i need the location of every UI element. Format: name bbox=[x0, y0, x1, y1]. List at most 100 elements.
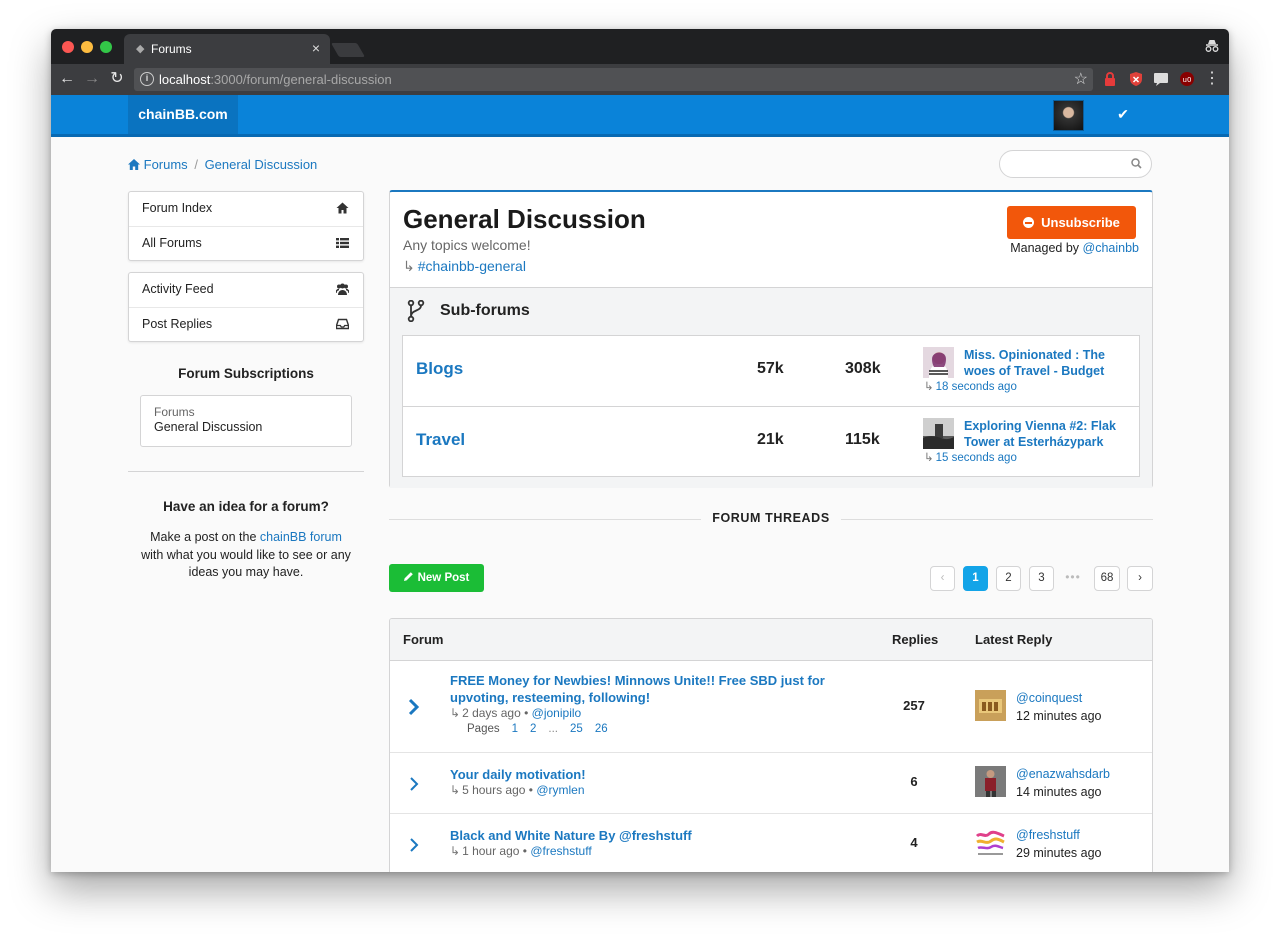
moderator-link[interactable]: @chainbb bbox=[1083, 241, 1139, 255]
latest-post-thumbnail[interactable] bbox=[923, 418, 954, 449]
column-header-latest: Latest Reply bbox=[975, 632, 1053, 647]
minimize-window-button[interactable] bbox=[81, 41, 93, 53]
home-icon bbox=[336, 202, 349, 214]
latest-post-time[interactable]: ↳ 15 seconds ago bbox=[924, 450, 1017, 464]
tab-bar: ◆ Forums × bbox=[51, 29, 1229, 64]
subforum-row: Blogs 57k 308k Miss. Opinionated : The w… bbox=[403, 336, 1139, 406]
sidebar-item-post-replies[interactable]: Post Replies bbox=[129, 307, 363, 341]
latest-post-time[interactable]: ↳ 18 seconds ago bbox=[924, 379, 1017, 393]
breadcrumb-current[interactable]: General Discussion bbox=[205, 157, 318, 172]
subforums-heading: Sub-forums bbox=[440, 302, 530, 319]
sidebar-item-label: Forum Index bbox=[142, 201, 213, 215]
latest-reply-user-link[interactable]: @enazwahsdarb bbox=[1016, 767, 1110, 781]
threads-heading: FORUM THREADS bbox=[701, 511, 841, 525]
brand-logo[interactable]: chainBB.com bbox=[128, 95, 238, 134]
unsubscribe-button[interactable]: Unsubscribe bbox=[1007, 206, 1136, 239]
latest-reply-avatar[interactable] bbox=[975, 827, 1006, 858]
idea-heading: Have an idea for a forum? bbox=[163, 499, 329, 514]
subscriptions-heading: Forum Subscriptions bbox=[178, 366, 314, 381]
thread-title-link[interactable]: Your daily motivation! bbox=[450, 766, 830, 783]
inbox-icon bbox=[336, 318, 349, 330]
address-bar[interactable]: i localhost:3000/forum/general-discussio… bbox=[134, 68, 1093, 91]
search-input[interactable] bbox=[999, 150, 1152, 178]
thread-author-link[interactable]: @freshstuff bbox=[530, 844, 591, 858]
browser-tab[interactable]: ◆ Forums × bbox=[124, 34, 330, 64]
pencil-icon bbox=[403, 572, 413, 581]
latest-reply-user-link[interactable]: @freshstuff bbox=[1016, 828, 1080, 842]
thread-pages: Pages 1 2... 25 26 bbox=[467, 723, 608, 735]
close-window-button[interactable] bbox=[62, 41, 74, 53]
checkmark-icon[interactable]: ✔ bbox=[1113, 102, 1133, 126]
new-tab-button[interactable] bbox=[330, 43, 366, 57]
breadcrumb-forums-link[interactable]: Forums bbox=[144, 157, 188, 172]
tab-title: Forums bbox=[151, 42, 192, 56]
subforum-name-link[interactable]: Travel bbox=[416, 430, 465, 450]
sidebar-item-label: Post Replies bbox=[142, 317, 213, 331]
thread-title-link[interactable]: FREE Money for Newbies! Minnows Unite!! … bbox=[450, 672, 830, 706]
subforum-row: Travel 21k 115k Exploring Vienna #2: Fla… bbox=[403, 406, 1139, 476]
pagination-prev-button[interactable]: ‹ bbox=[930, 566, 955, 591]
lock-extension-icon[interactable] bbox=[1102, 71, 1118, 87]
thread-title-link[interactable]: Black and White Nature By @freshstuff bbox=[450, 827, 830, 844]
info-icon[interactable]: i bbox=[140, 72, 154, 86]
chat-extension-icon[interactable] bbox=[1153, 71, 1169, 87]
shield-extension-icon[interactable] bbox=[1128, 71, 1144, 87]
svg-text:u0: u0 bbox=[1183, 76, 1192, 84]
subforums-section: Sub-forums Blogs 57k 308k Miss. Opiniona… bbox=[390, 287, 1152, 488]
maximize-window-button[interactable] bbox=[100, 41, 112, 53]
forward-arrow-icon[interactable]: → bbox=[82, 69, 102, 89]
latest-reply-user-link[interactable]: @coinquest bbox=[1016, 691, 1082, 705]
latest-reply-avatar[interactable] bbox=[975, 690, 1006, 721]
thread-author-link[interactable]: @jonipilo bbox=[532, 706, 582, 720]
back-arrow-icon[interactable]: ← bbox=[57, 69, 77, 89]
sidebar-divider bbox=[128, 471, 364, 472]
thread-author-link[interactable]: @rymlen bbox=[536, 783, 584, 797]
pagination-page-2[interactable]: 2 bbox=[996, 566, 1021, 591]
threads-table: Forum Replies Latest Reply FREE Money fo… bbox=[389, 618, 1153, 872]
latest-post-link[interactable]: Miss. Opinionated : The woes of Travel -… bbox=[964, 347, 1134, 379]
thread-page-link[interactable]: 26 bbox=[595, 723, 608, 735]
chevron-right-icon[interactable] bbox=[408, 836, 420, 854]
sidebar-item-all-forums[interactable]: All Forums bbox=[129, 226, 363, 260]
users-icon bbox=[336, 283, 349, 295]
latest-reply-avatar[interactable] bbox=[975, 766, 1006, 797]
ublock-extension-icon[interactable]: u0 bbox=[1179, 71, 1195, 87]
tab-close-icon[interactable]: × bbox=[312, 40, 320, 56]
subscription-name: General Discussion bbox=[154, 420, 263, 434]
pagination-page-1[interactable]: 1 bbox=[963, 566, 988, 591]
sidebar-item-forum-index[interactable]: Forum Index bbox=[129, 192, 363, 226]
subforum-name-link[interactable]: Blogs bbox=[416, 359, 463, 379]
subforum-threads-count: 57k bbox=[757, 360, 784, 377]
thread-meta: ↳ 2 days ago • @jonipilo bbox=[450, 706, 582, 720]
latest-post-thumbnail[interactable] bbox=[923, 347, 954, 378]
threads-table-header: Forum Replies Latest Reply bbox=[390, 619, 1152, 661]
menu-kebab-icon[interactable]: ⋮ bbox=[1202, 69, 1222, 89]
pagination-page-3[interactable]: 3 bbox=[1029, 566, 1054, 591]
pagination-page-last[interactable]: 68 bbox=[1094, 566, 1120, 591]
search-icon[interactable] bbox=[1131, 158, 1142, 169]
breadcrumb-separator: / bbox=[194, 157, 198, 172]
thread-row: Your daily motivation! ↳ 5 hours ago • @r… bbox=[390, 753, 1152, 814]
chevron-right-icon[interactable] bbox=[408, 698, 420, 716]
breadcrumb: Forums / General Discussion bbox=[128, 157, 317, 172]
thread-page-link[interactable]: 2 bbox=[530, 723, 536, 735]
forum-tag-link[interactable]: ↳ #chainbb-general bbox=[403, 258, 526, 275]
idea-text: Make a post on the chainBB forum with wh… bbox=[141, 530, 351, 579]
column-header-forum: Forum bbox=[403, 632, 444, 647]
thread-page-link[interactable]: 25 bbox=[570, 723, 583, 735]
bookmark-star-icon[interactable]: ☆ bbox=[1074, 69, 1088, 89]
user-avatar[interactable] bbox=[1053, 100, 1084, 131]
new-post-button[interactable]: New Post bbox=[389, 564, 484, 592]
sidebar-item-activity-feed[interactable]: Activity Feed bbox=[129, 273, 363, 307]
latest-post-link[interactable]: Exploring Vienna #2: Flak Tower at Ester… bbox=[964, 418, 1134, 450]
chainbb-forum-link[interactable]: chainBB forum bbox=[260, 530, 342, 544]
browser-window: ◆ Forums × ← → ↻ i localhost:3000/forum/… bbox=[51, 29, 1229, 872]
pagination-next-button[interactable]: › bbox=[1127, 566, 1153, 591]
thread-page-link[interactable]: 1 bbox=[512, 723, 518, 735]
thread-replies-count: 4 bbox=[910, 835, 918, 850]
chevron-right-icon[interactable] bbox=[408, 775, 420, 793]
subscription-card[interactable]: Forums General Discussion bbox=[140, 395, 352, 447]
reload-icon[interactable]: ↻ bbox=[107, 69, 127, 89]
thread-meta: ↳ 5 hours ago • @rymlen bbox=[450, 783, 585, 797]
thread-row: Black and White Nature By @freshstuff ↳ 1… bbox=[390, 814, 1152, 872]
